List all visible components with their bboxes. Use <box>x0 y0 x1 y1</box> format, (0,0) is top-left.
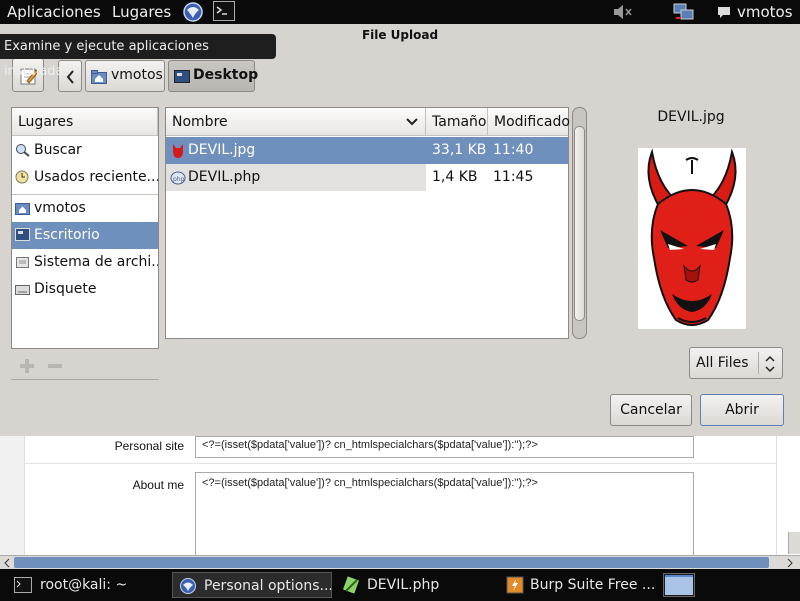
cancel-button[interactable]: Cancelar <box>610 394 692 426</box>
personal-site-field[interactable]: <?=(isset($pdata['value'])? cn_htmlspeci… <box>195 436 694 458</box>
updown-arrows-icon <box>765 355 775 373</box>
task-terminal[interactable]: root@kali: ~ <box>8 572 168 598</box>
file-size: 33,1 KB <box>432 142 487 158</box>
file-row-devil-php[interactable]: php DEVIL.php 1,4 KB 11:45 <box>166 164 533 191</box>
taskbar: root@kali: ~ Personal options... DEVIL.p… <box>0 569 800 601</box>
place-floppy[interactable]: Disquete <box>12 276 158 303</box>
combo-separator <box>758 352 759 374</box>
place-label: vmotos <box>34 200 86 216</box>
file-upload-dialog: File Upload vmotos Desktop Lugares Busca… <box>0 24 800 436</box>
desktop-icon <box>174 70 190 83</box>
column-size-header[interactable]: Tamaño <box>426 108 488 136</box>
place-label: Usados reciente... <box>34 169 158 185</box>
file-name: DEVIL.php <box>188 169 261 185</box>
place-buscar[interactable]: Buscar <box>12 137 158 164</box>
terminal-launcher-icon[interactable] <box>213 1 235 22</box>
path-button-vmotos[interactable]: vmotos <box>85 60 165 92</box>
file-name: DEVIL.jpg <box>188 142 256 158</box>
places-menu[interactable]: Lugares <box>112 3 171 21</box>
places-footer-divider <box>11 379 159 380</box>
svg-text:php: php <box>173 176 185 183</box>
task-devil-php[interactable]: DEVIL.php <box>336 572 496 598</box>
applications-menu[interactable]: Aplicaciones <box>7 3 101 21</box>
drive-icon <box>16 257 29 268</box>
top-panel: Aplicaciones Lugares vmotos <box>0 0 800 24</box>
place-escritorio[interactable]: Escritorio <box>12 222 158 249</box>
column-name-label: Nombre <box>172 114 228 130</box>
task-burp-suite[interactable]: Burp Suite Free ... <box>500 572 658 598</box>
scrollbar-thumb[interactable] <box>574 126 585 321</box>
desktop-icon <box>15 228 30 241</box>
path-label-vmotos: vmotos <box>111 67 163 83</box>
search-icon <box>16 144 30 157</box>
browser-launcher-icon[interactable] <box>182 1 204 23</box>
preview-filename: DEVIL.jpg <box>657 109 725 125</box>
task-label: Personal options... <box>204 578 332 594</box>
file-modified: 11:45 <box>493 169 534 185</box>
places-header: Lugares <box>12 108 158 136</box>
place-label: Escritorio <box>34 227 100 243</box>
place-label: Sistema de archi... <box>34 254 158 270</box>
burp-suite-icon <box>506 576 524 594</box>
column-name-header[interactable]: Nombre <box>166 108 426 136</box>
home-folder-icon <box>15 203 30 215</box>
sort-descending-icon <box>406 118 418 126</box>
remove-bookmark-icon[interactable] <box>46 357 64 375</box>
about-me-field[interactable]: <?=(isset($pdata['value'])? cn_htmlspeci… <box>195 472 694 556</box>
floppy-icon <box>15 285 30 295</box>
devil-image-preview <box>638 148 746 329</box>
home-folder-icon <box>91 70 107 84</box>
file-list-pane: Nombre Tamaño Modificado DEVIL.jpg 33,1 … <box>165 107 570 339</box>
applications-tooltip: Examine y ejecute aplicaciones instalada… <box>0 34 276 79</box>
php-file-icon: php <box>170 171 186 185</box>
devil-image-icon <box>173 144 183 158</box>
browser-icon <box>180 578 196 594</box>
scroll-left-icon[interactable] <box>3 558 11 568</box>
workspace-switcher[interactable] <box>663 573 695 597</box>
file-filter-combo[interactable]: All Files <box>689 347 783 379</box>
place-label: Disquete <box>34 281 97 297</box>
page-right-border <box>776 436 777 556</box>
page-horizontal-scrollbar[interactable] <box>0 555 800 570</box>
workspace-1[interactable] <box>665 575 693 595</box>
file-filter-value: All Files <box>696 355 749 371</box>
personal-site-label: Personal site <box>114 439 184 453</box>
terminal-icon <box>14 577 32 593</box>
background-web-page: Personal site <?=(isset($pdata['value'])… <box>0 436 800 570</box>
file-list-scrollbar[interactable] <box>572 107 587 339</box>
clock-icon <box>15 170 29 184</box>
network-icon[interactable] <box>672 2 696 22</box>
place-recent[interactable]: Usados reciente... <box>12 164 158 191</box>
task-label: root@kali: ~ <box>40 577 128 593</box>
task-browser[interactable]: Personal options... <box>172 572 332 598</box>
place-vmotos[interactable]: vmotos <box>12 195 158 222</box>
task-label: Burp Suite Free ... <box>530 577 656 593</box>
task-label: DEVIL.php <box>367 577 440 593</box>
path-label-desktop: Desktop <box>193 67 259 83</box>
page-left-gutter <box>0 436 25 556</box>
file-row-devil-jpg[interactable]: DEVIL.jpg 33,1 KB 11:40 <box>166 137 568 164</box>
scroll-right-icon[interactable] <box>786 558 794 568</box>
chat-bubble-icon <box>718 7 730 18</box>
path-button-desktop[interactable]: Desktop <box>168 60 259 92</box>
page-scrollbar-thumb[interactable] <box>14 557 769 568</box>
page-vertical-scroll-stub[interactable] <box>788 532 800 554</box>
places-pane: Lugares Buscar Usados reciente... vmotos… <box>11 107 159 349</box>
open-button[interactable]: Abrir <box>700 394 784 426</box>
file-modified: 11:40 <box>493 142 534 158</box>
place-label: Buscar <box>34 142 82 158</box>
about-me-label: About me <box>132 478 184 492</box>
user-menu[interactable]: vmotos <box>737 3 793 21</box>
add-bookmark-icon[interactable] <box>18 357 36 375</box>
place-filesystem[interactable]: Sistema de archi... <box>12 249 158 276</box>
column-modified-header[interactable]: Modificado <box>488 108 570 136</box>
volume-muted-icon[interactable] <box>611 2 635 22</box>
form-row-divider <box>24 463 776 464</box>
text-editor-icon <box>342 576 360 594</box>
